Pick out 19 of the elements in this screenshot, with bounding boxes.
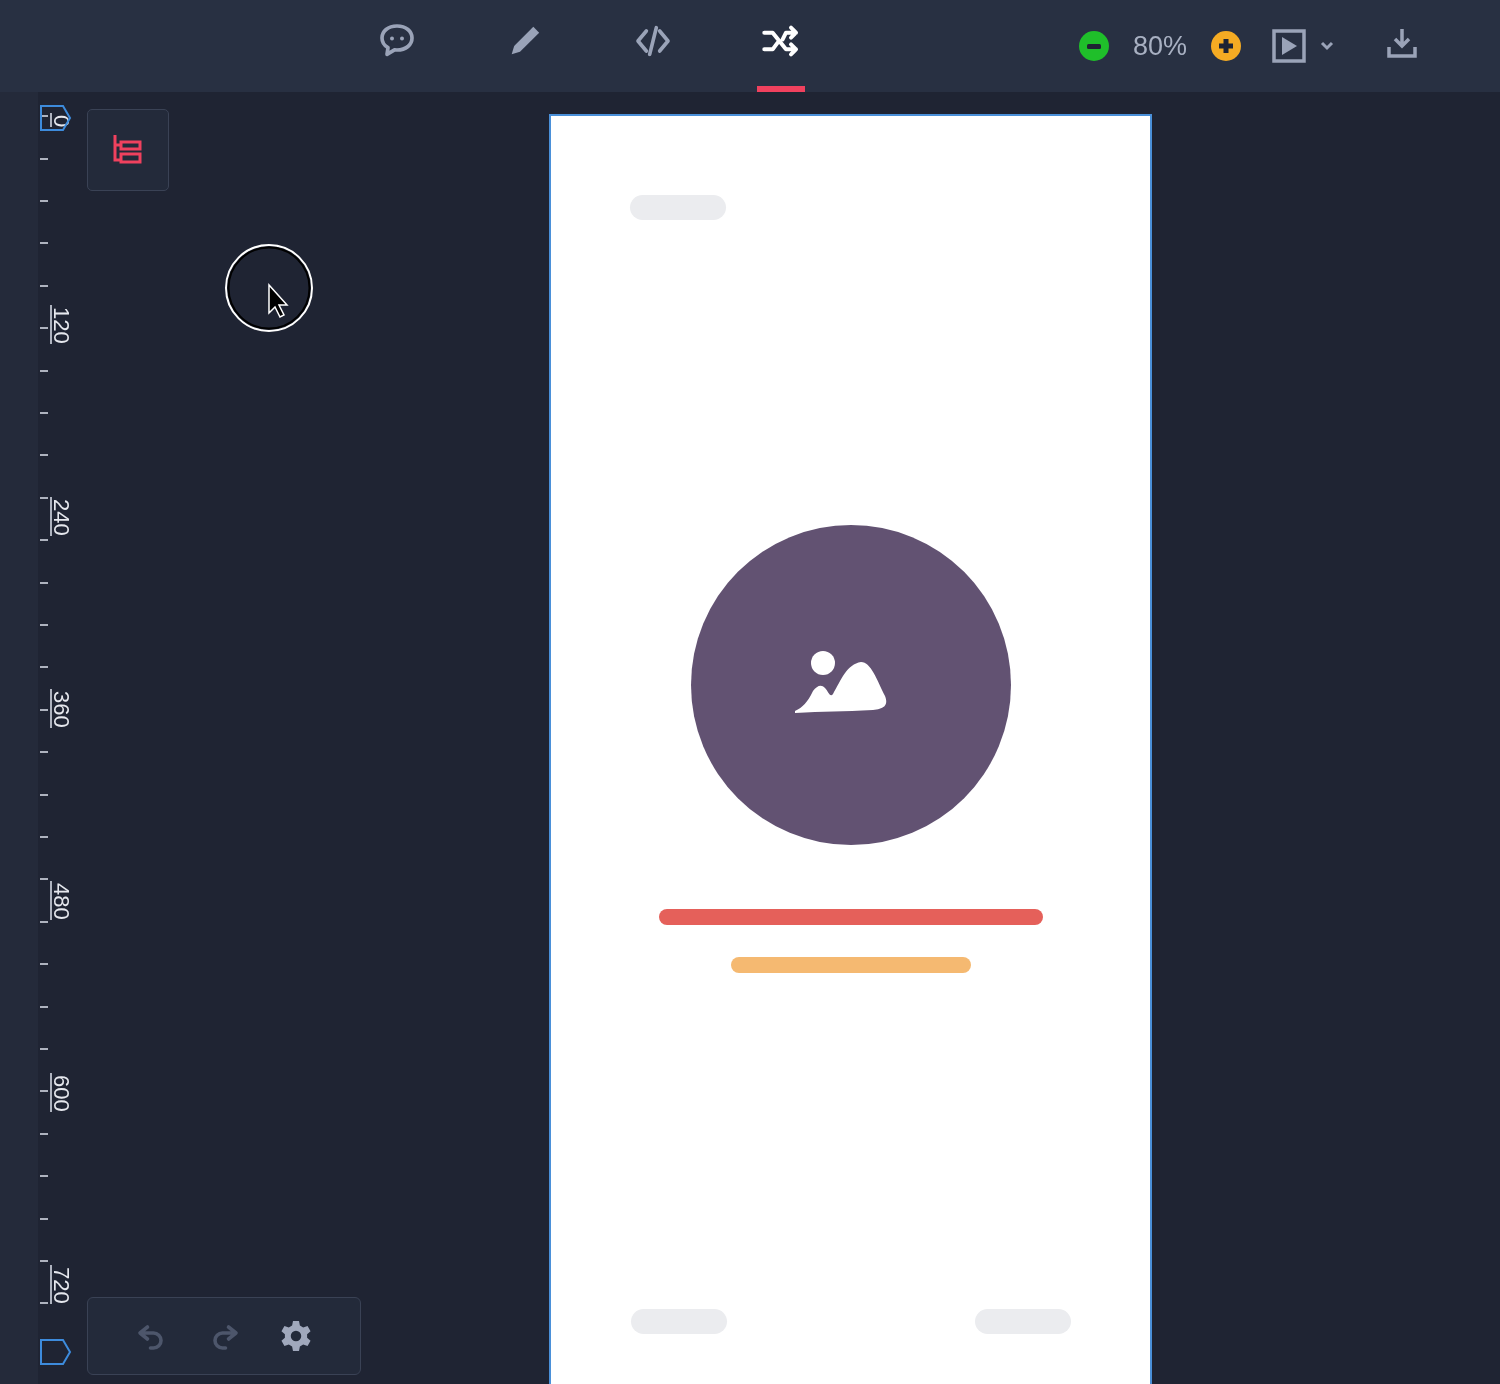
ruler-label: 720 [50,1265,70,1304]
ruler-label: 480 [50,881,70,920]
play-icon[interactable] [1272,29,1306,63]
ruler-label: 240 [50,497,70,536]
layers-button[interactable] [87,109,169,191]
zoom-level: 80% [1131,30,1188,62]
image-placeholder-icon [690,525,1011,845]
ruler-label: 360 [50,689,70,728]
ruler-label: 600 [50,1073,70,1112]
plus-icon [1219,39,1233,53]
zoom-in-button[interactable] [1211,31,1241,61]
caret-icon[interactable] [1320,41,1334,51]
zoom-out-button[interactable] [1079,31,1109,61]
minus-icon [1087,43,1101,49]
cursor-icon [224,243,314,333]
ruler-marker-icon[interactable] [40,1339,72,1365]
ruler-marker-icon[interactable] [40,105,72,131]
download-icon[interactable] [1387,27,1417,59]
ruler-label: 120 [50,305,70,344]
